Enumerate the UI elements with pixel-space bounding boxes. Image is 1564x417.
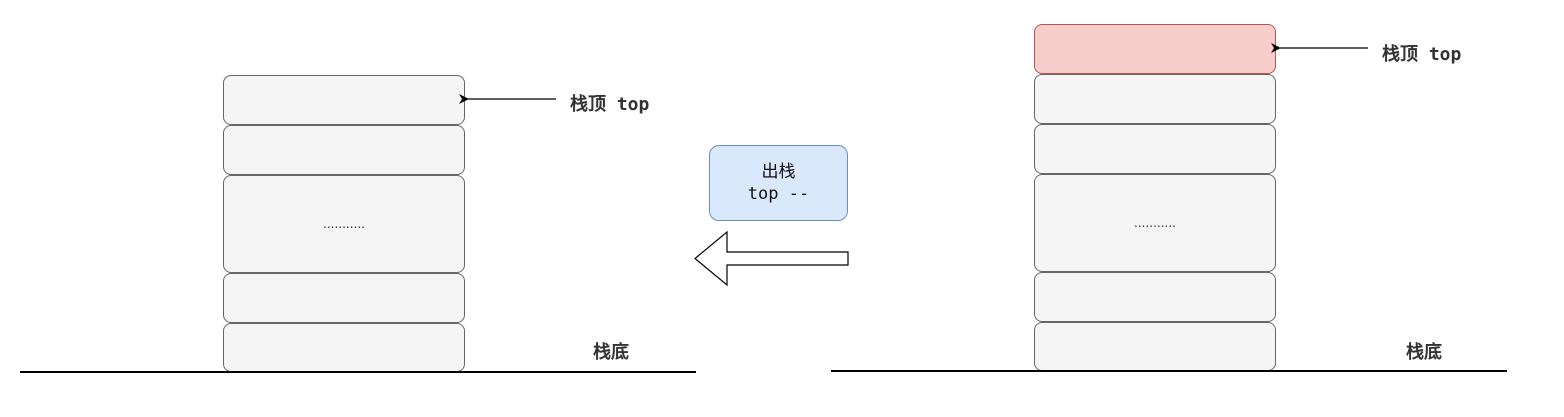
arrows-layer (459, 43, 1368, 287)
transition-arrow-icon (694, 230, 849, 287)
stack-pop-diagram: ........... 栈顶 top 栈底 出栈 top -- ........… (0, 0, 1564, 417)
